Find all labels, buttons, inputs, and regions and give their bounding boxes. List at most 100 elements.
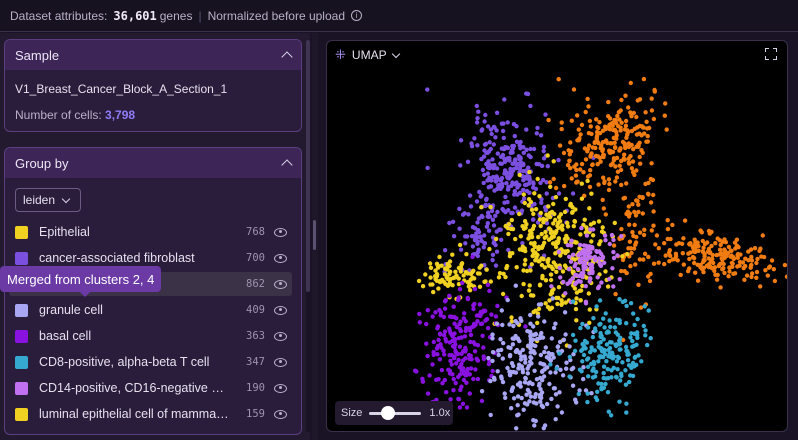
eye-icon[interactable] <box>274 253 287 263</box>
scatter-point <box>476 216 482 221</box>
scatter-point <box>664 127 669 132</box>
scatter-point <box>607 318 612 323</box>
scatter-point <box>550 296 555 301</box>
color-swatch[interactable] <box>15 355 28 369</box>
size-slider[interactable] <box>369 406 422 420</box>
chevron-up-icon[interactable] <box>281 159 293 171</box>
scatter-point <box>431 339 436 345</box>
scatter-point <box>569 238 574 243</box>
scatter-point <box>641 257 646 262</box>
scatter-point <box>604 359 609 364</box>
eye-icon[interactable] <box>274 331 287 341</box>
scatter-point <box>654 233 660 238</box>
scatter-point <box>536 162 542 167</box>
legend-item[interactable]: luminal epithelial cell of mammary gland… <box>9 402 292 426</box>
eye-icon[interactable] <box>274 279 287 289</box>
umap-scatter[interactable] <box>327 41 788 432</box>
scatter-point <box>502 200 507 205</box>
scatter-point <box>486 210 491 215</box>
scatter-point <box>550 230 556 235</box>
scatter-point <box>494 128 499 133</box>
scatter-point <box>464 380 469 385</box>
scatter-point <box>634 168 639 173</box>
size-slider-knob[interactable] <box>381 406 396 420</box>
scatter-point <box>477 302 483 307</box>
scatter-point <box>526 197 532 202</box>
scatter-point <box>596 359 601 364</box>
scatter-point <box>486 355 491 361</box>
color-swatch[interactable] <box>15 225 28 239</box>
scatter-point <box>444 390 449 395</box>
group-by-header[interactable]: Group by <box>5 148 301 178</box>
sample-panel-header[interactable]: Sample <box>5 40 301 70</box>
scatter-point <box>641 232 647 238</box>
legend-item[interactable]: CD8-positive, alpha-beta T cell 347 <box>9 350 292 374</box>
scatter-point <box>571 252 576 257</box>
legend-item[interactable]: basal cell 363 <box>9 324 292 348</box>
eye-icon[interactable] <box>274 305 287 315</box>
scatter-point <box>438 342 443 347</box>
scatter-point <box>569 118 574 123</box>
scatter-point <box>522 262 527 267</box>
scatter-point <box>618 167 624 173</box>
scatter-point <box>546 117 551 123</box>
scatter-point <box>533 332 538 337</box>
chevron-up-icon[interactable] <box>281 51 293 63</box>
legend-item[interactable]: CD14-positive, CD16-negative classical m… <box>9 376 292 400</box>
scatter-point <box>457 327 463 332</box>
scatter-point <box>702 254 707 259</box>
scatter-point <box>581 263 586 268</box>
color-swatch[interactable] <box>15 329 28 343</box>
scatter-point <box>531 293 536 298</box>
scatter-point <box>466 352 472 358</box>
resize-handle[interactable] <box>313 220 316 250</box>
scatter-point <box>522 246 527 251</box>
scatter-point <box>493 314 499 319</box>
scatter-point <box>512 133 517 139</box>
scatter-point <box>557 390 562 395</box>
color-swatch[interactable] <box>15 381 28 395</box>
scatter-point <box>478 194 483 199</box>
scatter-point <box>572 348 578 354</box>
sidebar-scrollbar-thumb[interactable] <box>306 40 310 292</box>
group-by-select[interactable]: leiden <box>15 188 81 212</box>
color-swatch[interactable] <box>15 407 28 421</box>
scatter-point <box>542 349 547 355</box>
scatter-point <box>517 380 523 386</box>
scatter-point <box>499 237 504 242</box>
legend-item[interactable]: granule cell 409 <box>9 298 292 322</box>
eye-icon[interactable] <box>274 357 287 367</box>
color-swatch[interactable] <box>15 251 28 265</box>
scatter-point <box>543 229 548 235</box>
scatter-point <box>754 275 759 280</box>
scatter-point <box>475 228 481 233</box>
embedding-plot[interactable]: ⁜ UMAP Size 1.0x <box>326 40 788 432</box>
scatter-point <box>555 404 560 409</box>
scatter-point <box>624 321 629 326</box>
scatter-point <box>636 202 641 207</box>
legend-item[interactable]: Epithelial 768 <box>9 220 292 244</box>
color-swatch[interactable] <box>15 303 28 317</box>
scatter-point <box>612 325 618 330</box>
scatter-point <box>646 180 651 186</box>
legend-item-count: 862 <box>246 278 265 290</box>
scatter-point <box>447 293 452 298</box>
scatter-point <box>517 172 522 178</box>
scatter-point <box>586 252 591 257</box>
scatter-point <box>506 221 512 227</box>
fullscreen-icon[interactable] <box>765 48 777 60</box>
scatter-point <box>519 293 524 299</box>
eye-icon[interactable] <box>274 227 287 237</box>
scatter-point <box>527 283 532 288</box>
scatter-point <box>643 328 648 333</box>
scatter-point <box>529 361 534 366</box>
info-icon[interactable]: i <box>351 10 362 21</box>
embedding-selector[interactable]: ⁜ UMAP <box>335 47 400 63</box>
eye-icon[interactable] <box>274 409 287 419</box>
scatter-point <box>507 251 513 256</box>
scatter-point <box>644 119 649 125</box>
scatter-point <box>494 110 500 116</box>
eye-icon[interactable] <box>274 383 287 393</box>
size-value: 1.0x <box>429 407 451 419</box>
scatter-point <box>484 224 490 229</box>
